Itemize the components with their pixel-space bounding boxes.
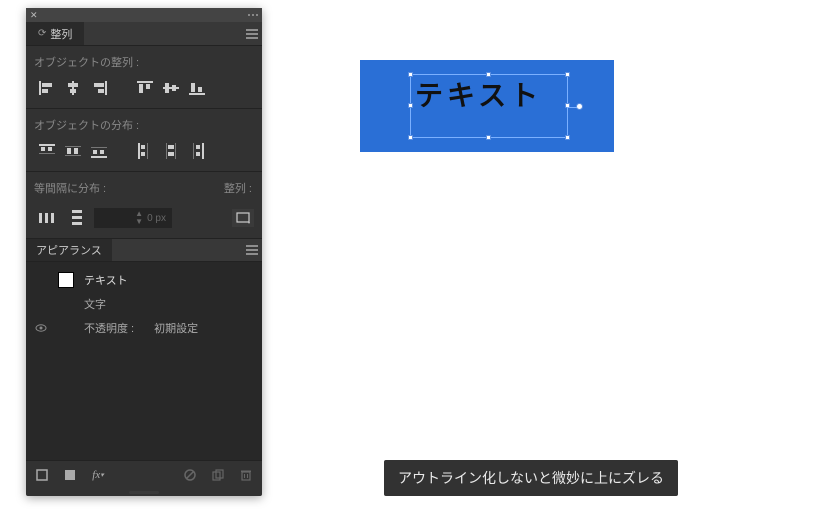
add-fill-button[interactable]: [62, 467, 78, 483]
trash-icon: [240, 469, 252, 481]
appearance-row-label: 文字: [84, 296, 106, 312]
visibility-toggle-icon[interactable]: [34, 324, 48, 332]
menu-icon: [246, 245, 258, 255]
rotate-handle[interactable]: [576, 103, 583, 110]
annotation-caption: アウトライン化しないと微妙に上にズレる: [384, 460, 678, 496]
close-icon[interactable]: ✕: [30, 11, 38, 20]
align-to-dropdown[interactable]: [232, 209, 254, 227]
spacing-value-field[interactable]: ▲▼ 0 px: [94, 208, 172, 228]
panel-titlebar[interactable]: ✕: [26, 8, 262, 22]
resize-handle-tl[interactable]: [408, 72, 413, 77]
appearance-footer: fx▾: [26, 460, 262, 488]
tab-align[interactable]: ⟳ 整列: [26, 22, 84, 45]
space-v-button[interactable]: [64, 206, 90, 230]
appearance-row-char[interactable]: 文字: [26, 292, 262, 316]
fx-button[interactable]: fx▾: [90, 467, 106, 483]
align-bottom-button[interactable]: [184, 76, 210, 100]
resize-handle-bl[interactable]: [408, 135, 413, 140]
appearance-row-label: 不透明度 :: [84, 320, 134, 336]
align-top-button[interactable]: [132, 76, 158, 100]
appearance-row-opacity[interactable]: 不透明度 : 初期設定: [26, 316, 262, 340]
distribute-objects-row: [26, 137, 262, 171]
refresh-icon: ⟳: [38, 28, 46, 39]
panel-menu-button[interactable]: [242, 22, 262, 45]
dist-top-button[interactable]: [34, 139, 60, 163]
align-appearance-panel: ✕ ⟳ 整列 オブジェクトの整列 : オブジェクトの分布 :: [26, 8, 262, 496]
align-objects-label: オブジェクトの整列 :: [26, 46, 262, 74]
appearance-row-label: テキスト: [84, 272, 128, 288]
selection-bounding-box[interactable]: [410, 74, 568, 138]
resize-handle-ml[interactable]: [408, 103, 413, 108]
dist-v-center-button[interactable]: [60, 139, 86, 163]
align-left-button[interactable]: [34, 76, 60, 100]
resize-handle-tm[interactable]: [486, 72, 491, 77]
equal-spacing-row: ▲▼ 0 px: [26, 200, 262, 238]
align-objects-row: [26, 74, 262, 108]
align-h-center-button[interactable]: [60, 76, 86, 100]
appearance-row-text[interactable]: テキスト: [26, 268, 262, 292]
trash-button[interactable]: [238, 467, 254, 483]
menu-icon: [246, 29, 258, 39]
tab-appearance[interactable]: アピアランス: [26, 239, 112, 261]
appearance-menu-button[interactable]: [242, 239, 262, 261]
equal-spacing-label: 等間隔に分布 :: [26, 172, 216, 200]
fill-swatch-icon[interactable]: [58, 272, 74, 288]
add-stroke-button[interactable]: [34, 467, 50, 483]
dist-h-center-button[interactable]: [158, 139, 184, 163]
appearance-tabbar: アピアランス: [26, 238, 262, 262]
panel-drag-grip-icon[interactable]: [248, 14, 258, 16]
space-h-button[interactable]: [34, 206, 60, 230]
align-right-button[interactable]: [86, 76, 112, 100]
clear-appearance-button[interactable]: [182, 467, 198, 483]
tab-appearance-label: アピアランス: [36, 242, 102, 258]
align-to-artboard-icon: [236, 212, 250, 224]
resize-handle-bm[interactable]: [486, 135, 491, 140]
dist-right-button[interactable]: [184, 139, 210, 163]
duplicate-item-button[interactable]: [210, 467, 226, 483]
resize-handle-tr[interactable]: [565, 72, 570, 77]
dist-bottom-button[interactable]: [86, 139, 112, 163]
panel-resize-grip[interactable]: [26, 488, 262, 496]
appearance-row-value: 初期設定: [154, 320, 198, 336]
tab-align-label: 整列: [50, 26, 72, 42]
dist-left-button[interactable]: [132, 139, 158, 163]
distribute-objects-label: オブジェクトの分布 :: [26, 109, 262, 137]
appearance-list: テキスト 文字 不透明度 : 初期設定: [26, 262, 262, 460]
spacing-value-text: 0 px: [147, 213, 166, 224]
align-tabbar: ⟳ 整列: [26, 22, 262, 46]
resize-handle-br[interactable]: [565, 135, 570, 140]
align-to-label: 整列 :: [216, 172, 262, 200]
align-v-center-button[interactable]: [158, 76, 184, 100]
stepper-icon[interactable]: ▲▼: [135, 210, 143, 226]
